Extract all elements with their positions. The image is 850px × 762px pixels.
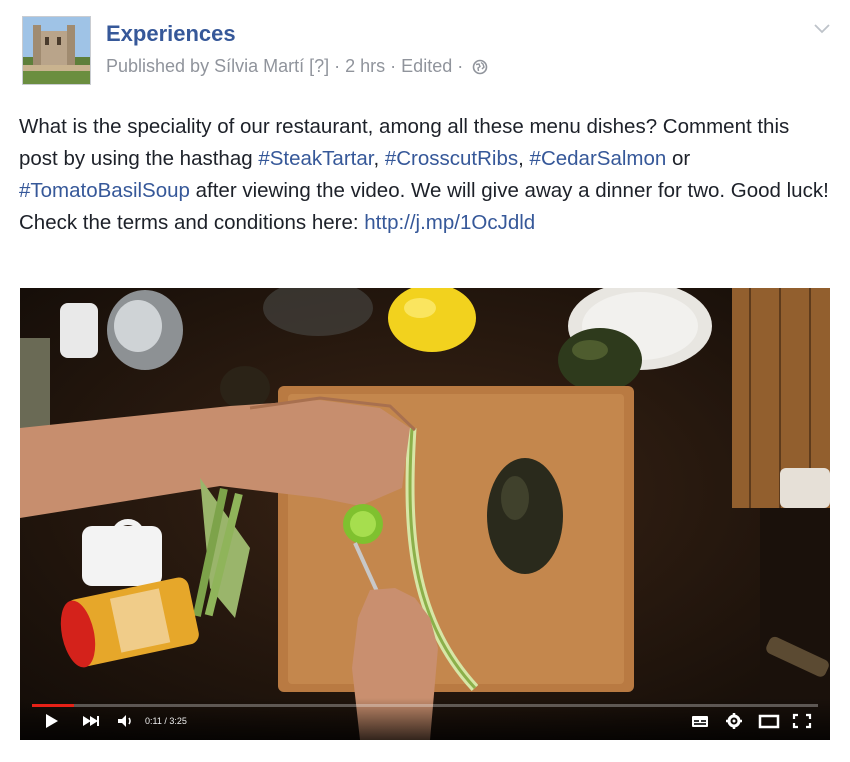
timestamp-link[interactable]: 2 hrs — [345, 56, 385, 76]
separator: · — [385, 56, 402, 76]
fullscreen-icon[interactable] — [792, 712, 812, 730]
video-controls: 0:11 / 3:25 — [20, 698, 830, 740]
progress-fill — [32, 704, 75, 707]
message-text: , — [518, 147, 530, 170]
page-avatar[interactable] — [22, 16, 91, 85]
separator: · — [452, 56, 469, 76]
hashtag-link[interactable]: #CedarSalmon — [530, 147, 667, 170]
edited-link[interactable]: Edited — [401, 56, 452, 76]
post-message: What is the speciality of our restaurant… — [19, 111, 829, 239]
volume-icon[interactable] — [116, 712, 136, 730]
play-icon[interactable] — [44, 712, 60, 730]
page-name-link[interactable]: Experiences — [106, 21, 236, 47]
hashtag-link[interactable]: #CrosscutRibs — [385, 147, 518, 170]
post-meta: Published by Sílvia Martí [?] · 2 hrs · … — [106, 56, 488, 80]
chevron-down-icon[interactable] — [812, 22, 832, 36]
settings-icon[interactable] — [724, 712, 744, 730]
theater-icon[interactable] — [758, 712, 780, 730]
time-display: 0:11 / 3:25 — [145, 716, 187, 726]
message-text: or — [666, 147, 691, 170]
next-icon[interactable] — [80, 712, 100, 730]
hashtag-link[interactable]: #TomatoBasilSoup — [19, 179, 190, 202]
author-link[interactable]: Sílvia Martí — [214, 56, 304, 76]
captions-icon[interactable] — [690, 712, 710, 730]
published-prefix: Published by — [106, 56, 215, 76]
progress-bar[interactable] — [32, 704, 818, 707]
globe-icon[interactable] — [472, 59, 488, 80]
hashtag-link[interactable]: #SteakTartar — [258, 147, 373, 170]
terms-link[interactable]: http://j.mp/1OcJdld — [364, 211, 535, 234]
author-tag[interactable]: [?] — [309, 56, 329, 76]
message-text: , — [373, 147, 385, 170]
post-header: Experiences Published by Sílvia Martí [?… — [22, 14, 832, 86]
video-player[interactable]: 0:11 / 3:25 — [20, 288, 830, 740]
separator: · — [329, 56, 346, 76]
video-frame — [20, 288, 830, 740]
